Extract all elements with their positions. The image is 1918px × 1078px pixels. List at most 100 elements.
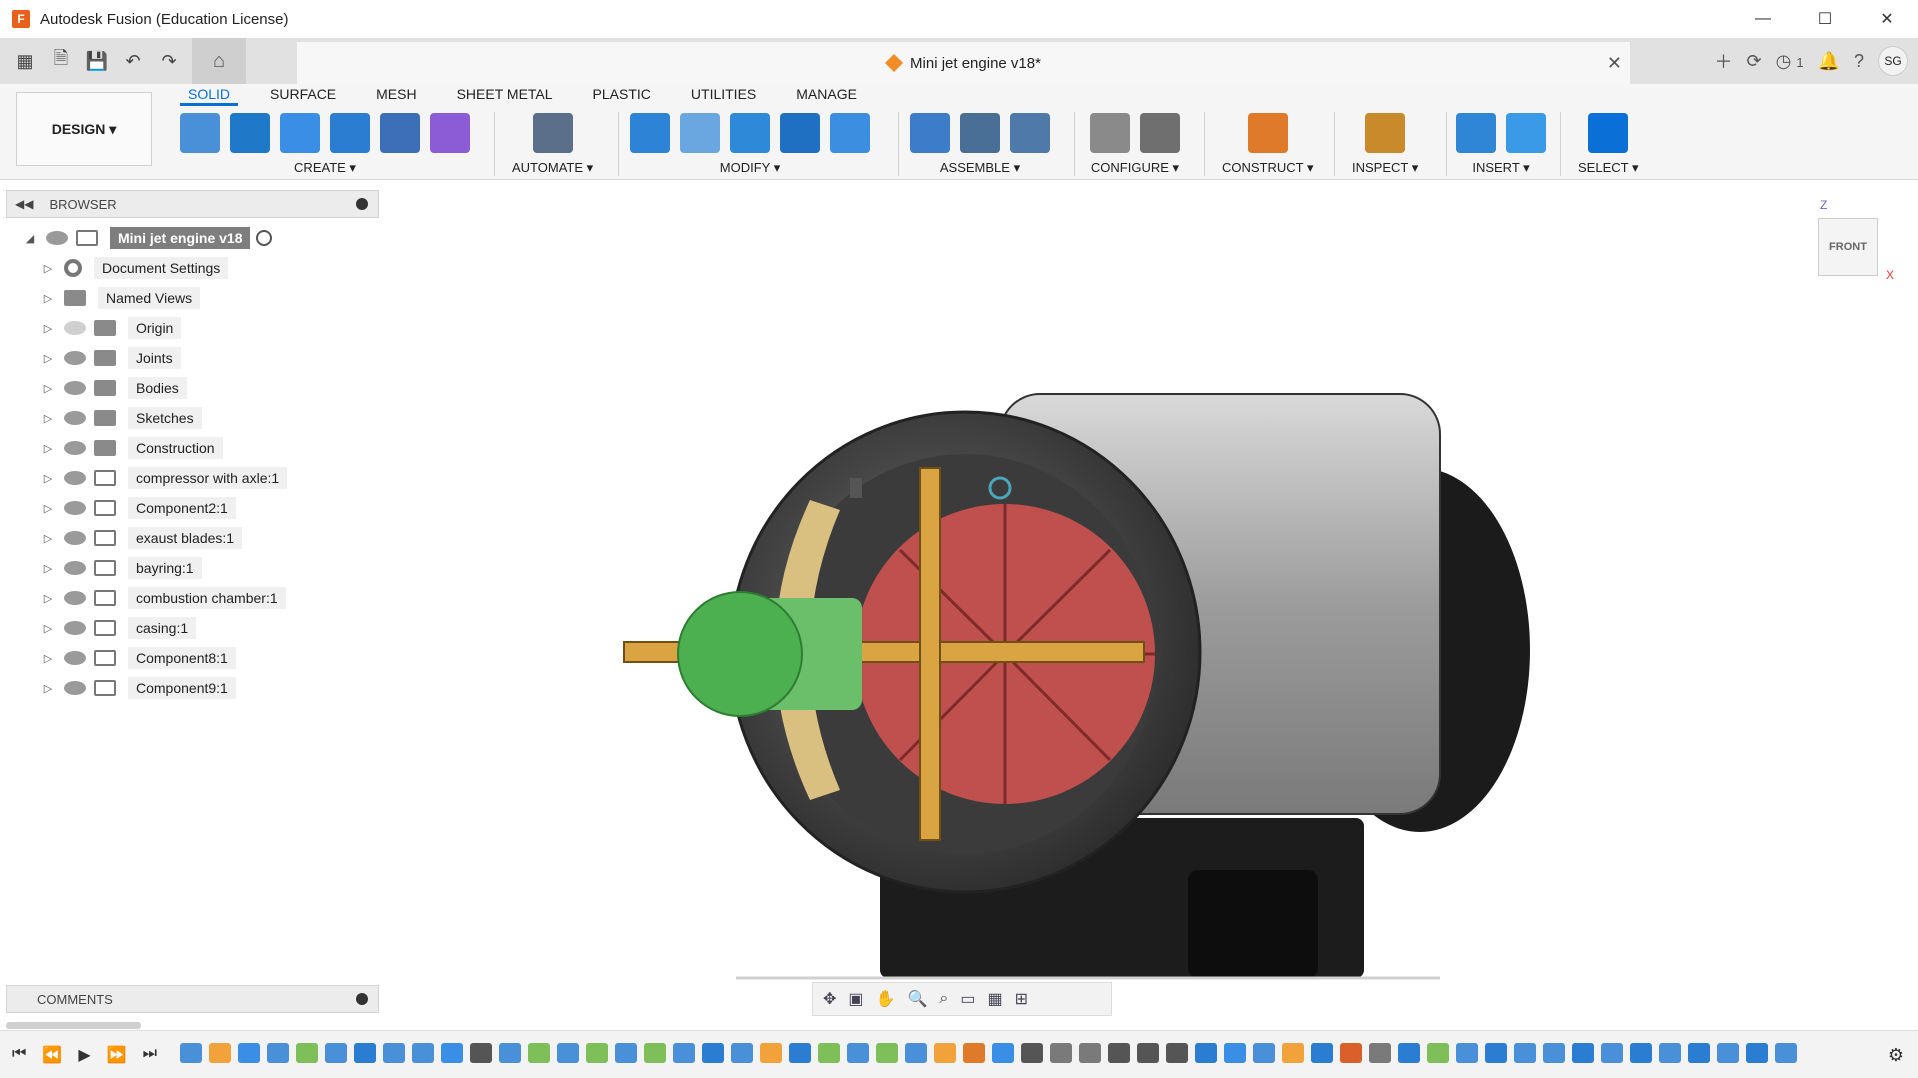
modify-menu[interactable]: MODIFY ▾ xyxy=(720,160,780,176)
expand-arrow-icon[interactable]: ▷ xyxy=(42,562,54,575)
timeline-feature-icon[interactable] xyxy=(1079,1043,1101,1063)
timeline-feature-icon[interactable] xyxy=(1050,1043,1072,1063)
visibility-eye-icon[interactable] xyxy=(64,411,86,425)
timeline-feature-icon[interactable] xyxy=(1456,1043,1478,1063)
timeline-feature-icon[interactable] xyxy=(499,1043,521,1063)
visibility-eye-icon[interactable] xyxy=(64,561,86,575)
undo-icon[interactable]: ↶ xyxy=(118,51,148,72)
timeline-feature-icon[interactable] xyxy=(296,1043,318,1063)
visibility-eye-icon[interactable] xyxy=(64,531,86,545)
ribbon-tool-icon[interactable] xyxy=(180,113,220,153)
configure-menu[interactable]: CONFIGURE ▾ xyxy=(1091,160,1179,176)
timeline-feature-icon[interactable] xyxy=(1224,1043,1246,1063)
timeline-feature-icon[interactable] xyxy=(1746,1043,1768,1063)
browser-header[interactable]: ◀◀ BROWSER xyxy=(6,190,379,218)
visibility-eye-icon[interactable] xyxy=(64,471,86,485)
activate-radio-icon[interactable] xyxy=(256,230,273,246)
step-back-icon[interactable]: ⏪ xyxy=(42,1045,62,1065)
ribbon-tool-icon[interactable] xyxy=(1247,113,1288,153)
timeline-feature-icon[interactable] xyxy=(1282,1043,1304,1063)
ribbon-tool-icon[interactable] xyxy=(780,113,820,153)
timeline-feature-icon[interactable] xyxy=(673,1043,695,1063)
timeline-feature-icon[interactable] xyxy=(528,1043,550,1063)
ribbon-tool-icon[interactable] xyxy=(1010,113,1050,153)
expand-arrow-icon[interactable]: ▷ xyxy=(42,472,54,485)
timeline-feature-icon[interactable] xyxy=(847,1043,869,1063)
user-avatar[interactable]: SG xyxy=(1878,46,1908,76)
ribbon-tool-icon[interactable] xyxy=(1456,113,1496,153)
help-icon[interactable]: ? xyxy=(1854,51,1864,72)
close-tab-icon[interactable]: ✕ xyxy=(1607,53,1622,74)
timeline-feature-icon[interactable] xyxy=(1369,1043,1391,1063)
timeline-feature-icon[interactable] xyxy=(1253,1043,1275,1063)
save-icon[interactable]: 💾 xyxy=(82,51,112,72)
display-settings-icon[interactable]: ▭ xyxy=(960,989,975,1009)
timeline-feature-icon[interactable] xyxy=(1311,1043,1333,1063)
timeline-feature-icon[interactable] xyxy=(412,1043,434,1063)
visibility-eye-icon[interactable] xyxy=(64,501,86,515)
browser-minimize-icon[interactable] xyxy=(356,198,368,210)
browser-item[interactable]: ▷ Component9:1 xyxy=(24,673,384,703)
expand-arrow-icon[interactable]: ▷ xyxy=(42,322,54,335)
insert-menu[interactable]: INSERT ▾ xyxy=(1472,160,1529,176)
redo-icon[interactable]: ↷ xyxy=(154,51,184,72)
ribbon-tool-icon[interactable] xyxy=(730,113,770,153)
zoom-icon[interactable]: 🔍 xyxy=(907,989,927,1009)
add-comment-icon[interactable] xyxy=(356,993,368,1005)
ribbon-tool-icon[interactable] xyxy=(330,113,370,153)
timeline-feature-icon[interactable] xyxy=(818,1043,840,1063)
timeline-feature-icon[interactable] xyxy=(992,1043,1014,1063)
browser-item[interactable]: ▷ Document Settings xyxy=(24,253,384,283)
timeline-feature-icon[interactable] xyxy=(586,1043,608,1063)
ribbon-tool-icon[interactable] xyxy=(532,113,573,153)
timeline-feature-icon[interactable] xyxy=(644,1043,666,1063)
ribbon-tool-icon[interactable] xyxy=(1140,113,1180,153)
timeline-feature-icon[interactable] xyxy=(731,1043,753,1063)
expand-arrow-icon[interactable]: ▷ xyxy=(42,532,54,545)
expand-arrow-icon[interactable]: ▷ xyxy=(42,592,54,605)
timeline-feature-icon[interactable] xyxy=(789,1043,811,1063)
timeline-feature-icon[interactable] xyxy=(267,1043,289,1063)
play-icon[interactable]: ▶ xyxy=(78,1045,90,1065)
timeline-feature-icon[interactable] xyxy=(325,1043,347,1063)
construct-menu[interactable]: CONSTRUCT ▾ xyxy=(1222,160,1314,176)
visibility-eye-icon[interactable] xyxy=(64,321,86,335)
grid-icon[interactable]: ▦ xyxy=(987,989,1002,1009)
viewcube[interactable]: FRONT xyxy=(1818,218,1878,276)
inspect-menu[interactable]: INSPECT ▾ xyxy=(1352,160,1418,176)
sync-icon[interactable]: ⟳ xyxy=(1747,51,1762,72)
home-icon[interactable]: ⌂ xyxy=(192,38,246,84)
expand-arrow-icon[interactable]: ▷ xyxy=(42,292,54,305)
timeline-feature-icon[interactable] xyxy=(383,1043,405,1063)
expand-arrow-icon[interactable]: ▷ xyxy=(42,622,54,635)
canvas-viewport[interactable] xyxy=(380,180,1918,1020)
app-grid-icon[interactable]: ▦ xyxy=(10,51,40,72)
go-to-start-icon[interactable]: ⏮ xyxy=(12,1045,26,1065)
timeline-feature-icon[interactable] xyxy=(238,1043,260,1063)
browser-item[interactable]: ▷ exaust blades:1 xyxy=(24,523,384,553)
orbit-icon[interactable]: ✥ xyxy=(823,989,836,1009)
browser-item[interactable]: ▷ compressor with axle:1 xyxy=(24,463,384,493)
timeline-feature-icon[interactable] xyxy=(1514,1043,1536,1063)
ribbon-tool-icon[interactable] xyxy=(1506,113,1546,153)
browser-item[interactable]: ▷ combustion chamber:1 xyxy=(24,583,384,613)
browser-item[interactable]: ▷ Joints xyxy=(24,343,384,373)
collapse-arrow-icon[interactable]: ◢ xyxy=(24,232,36,245)
timeline-feature-icon[interactable] xyxy=(557,1043,579,1063)
timeline-feature-icon[interactable] xyxy=(963,1043,985,1063)
ribbon-tool-icon[interactable] xyxy=(1365,113,1406,153)
ribbon-tool-icon[interactable] xyxy=(630,113,670,153)
browser-root[interactable]: ◢ Mini jet engine v18 xyxy=(24,223,384,253)
visibility-eye-icon[interactable] xyxy=(64,381,86,395)
tab-mesh[interactable]: MESH xyxy=(368,84,424,106)
tab-utilities[interactable]: UTILITIES xyxy=(683,84,764,106)
maximize-button[interactable]: ☐ xyxy=(1794,0,1856,38)
create-menu[interactable]: CREATE ▾ xyxy=(294,160,356,176)
minimize-button[interactable]: — xyxy=(1732,0,1794,38)
timeline-feature-icon[interactable] xyxy=(905,1043,927,1063)
visibility-eye-icon[interactable] xyxy=(64,621,86,635)
visibility-eye-icon[interactable] xyxy=(64,681,86,695)
timeline-feature-icon[interactable] xyxy=(1340,1043,1362,1063)
visibility-eye-icon[interactable] xyxy=(64,651,86,665)
visibility-eye-icon[interactable] xyxy=(64,591,86,605)
